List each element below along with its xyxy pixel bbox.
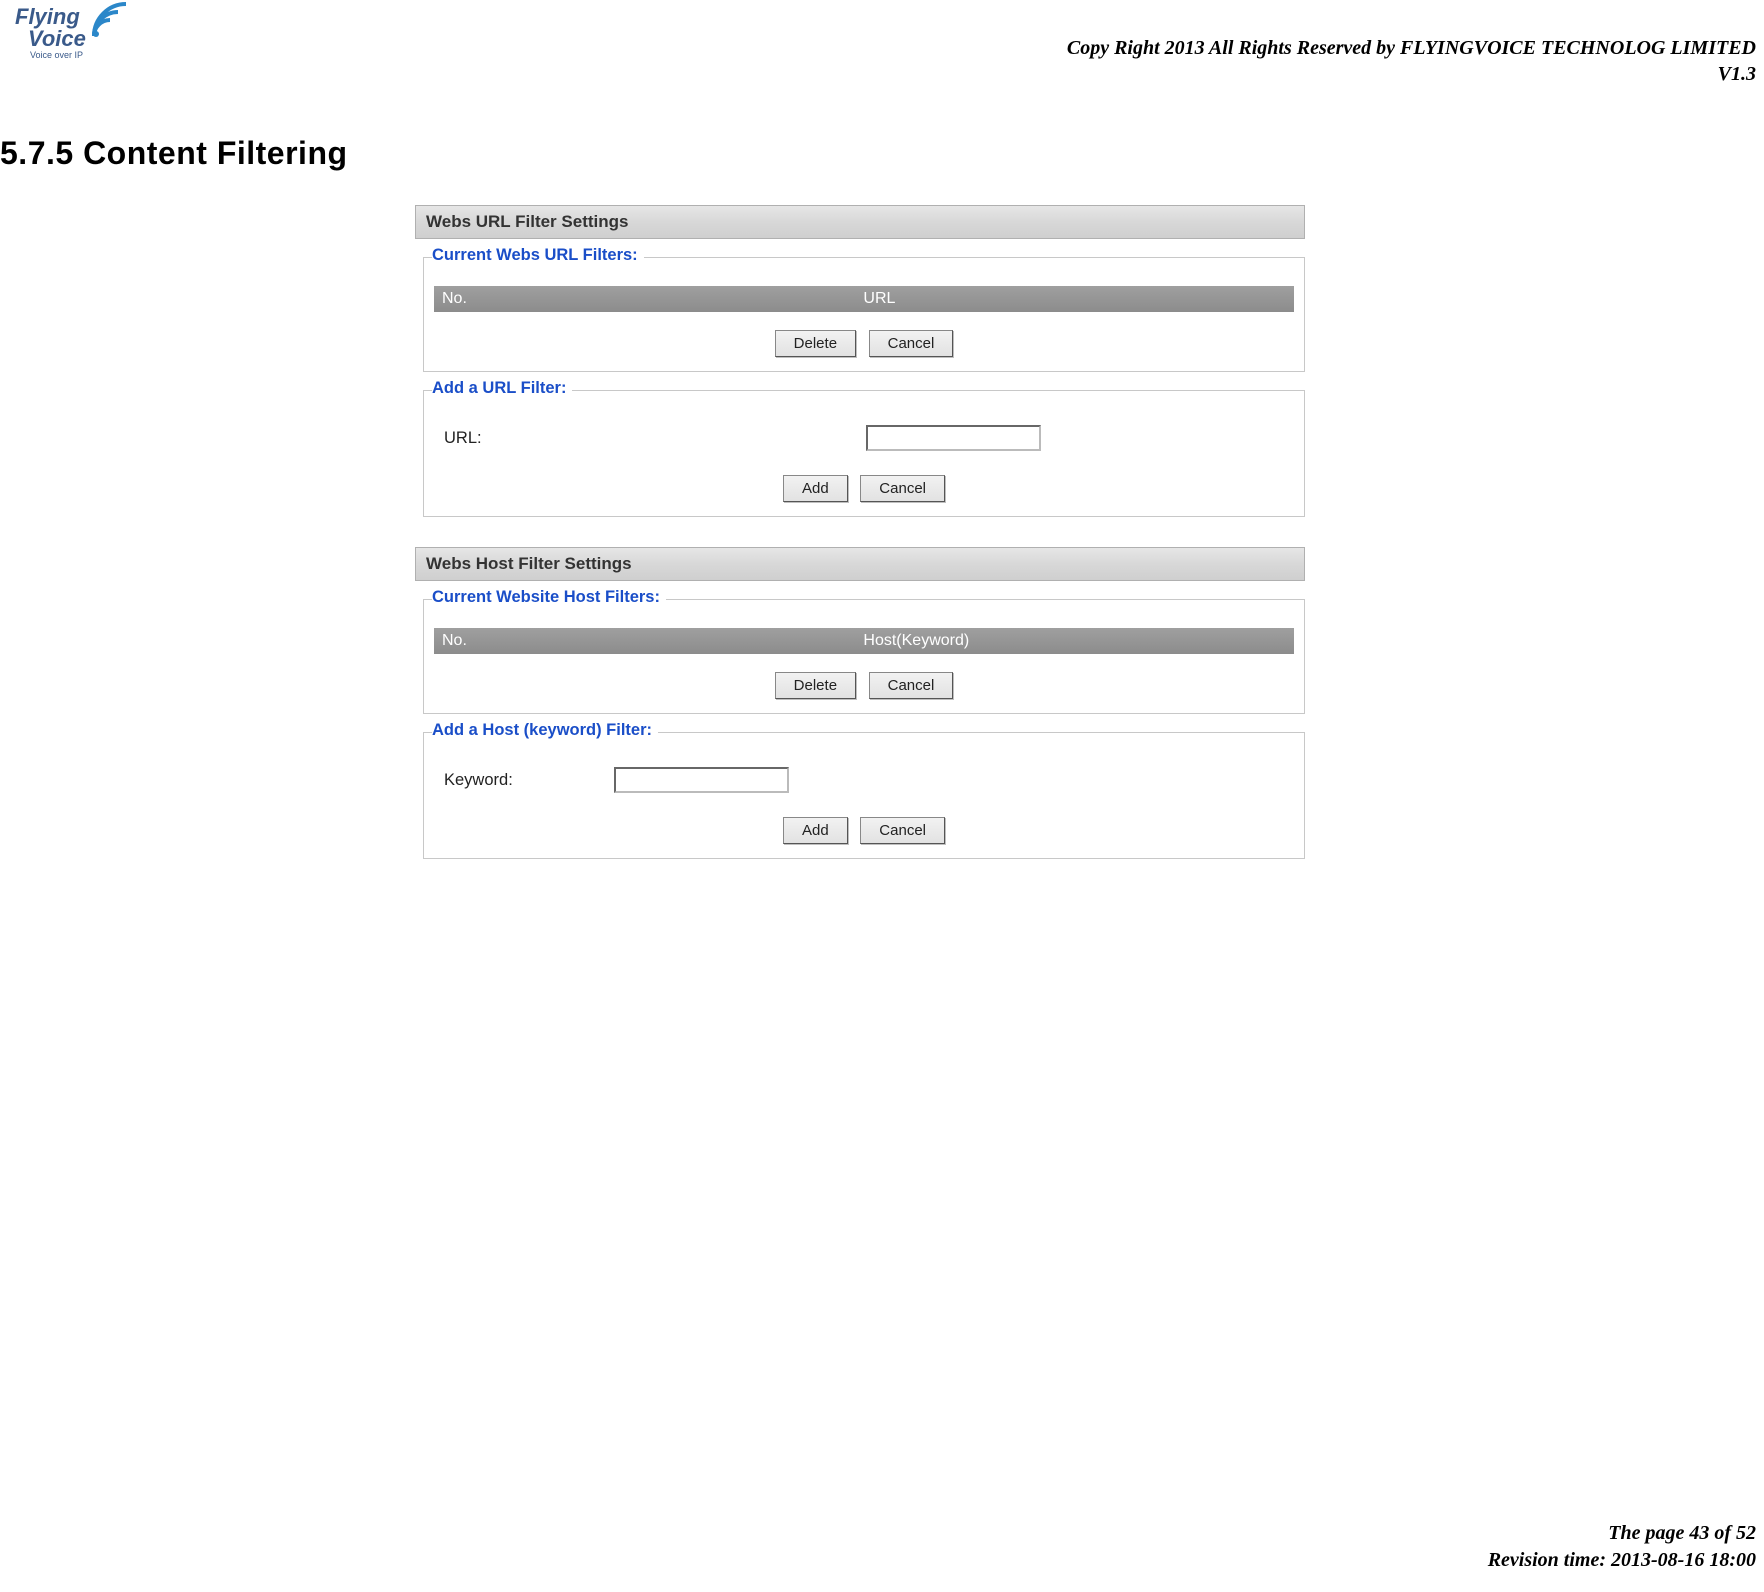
cancel-button[interactable]: Cancel bbox=[869, 672, 954, 699]
logo-text-sub: Voice over IP bbox=[30, 50, 83, 60]
add-host-filter-fieldset: Add a Host (keyword) Filter: Keyword: Ad… bbox=[423, 732, 1305, 859]
add-button[interactable]: Add bbox=[783, 817, 848, 844]
col-host: Host(Keyword) bbox=[855, 628, 1294, 654]
version-text: V1.3 bbox=[1067, 61, 1756, 87]
current-host-filters-fieldset: Current Website Host Filters: No. Host(K… bbox=[423, 599, 1305, 714]
delete-button[interactable]: Delete bbox=[775, 672, 856, 699]
page-number: The page 43 of 52 bbox=[1488, 1520, 1756, 1547]
footer: The page 43 of 52 Revision time: 2013-08… bbox=[1488, 1520, 1756, 1574]
url-filter-table: No. URL bbox=[434, 286, 1294, 312]
header-right: Copy Right 2013 All Rights Reserved by F… bbox=[1067, 35, 1756, 87]
section-title: 5.7.5 Content Filtering bbox=[0, 135, 348, 172]
cancel-button[interactable]: Cancel bbox=[860, 475, 945, 502]
copyright-text: Copy Right 2013 All Rights Reserved by F… bbox=[1067, 35, 1756, 61]
delete-button[interactable]: Delete bbox=[775, 330, 856, 357]
host-filter-buttons: Delete Cancel bbox=[434, 672, 1294, 699]
url-input[interactable] bbox=[866, 425, 1041, 451]
add-button[interactable]: Add bbox=[783, 475, 848, 502]
logo: Flying Voice Voice over IP bbox=[10, 0, 130, 70]
keyword-input-row: Keyword: bbox=[434, 761, 1294, 799]
keyword-input[interactable] bbox=[614, 767, 789, 793]
add-host-filter-legend: Add a Host (keyword) Filter: bbox=[432, 721, 658, 740]
col-no: No. bbox=[434, 628, 855, 654]
add-url-buttons: Add Cancel bbox=[434, 475, 1294, 502]
table-row: No. Host(Keyword) bbox=[434, 628, 1294, 654]
url-input-row: URL: bbox=[434, 419, 1294, 457]
logo-text-voice: Voice bbox=[28, 26, 86, 52]
spacer bbox=[415, 517, 1305, 547]
url-filter-panel-header: Webs URL Filter Settings bbox=[415, 205, 1305, 239]
current-url-filters-legend: Current Webs URL Filters: bbox=[432, 246, 644, 265]
form-container: Webs URL Filter Settings Current Webs UR… bbox=[415, 205, 1305, 859]
url-filter-buttons: Delete Cancel bbox=[434, 330, 1294, 357]
add-host-buttons: Add Cancel bbox=[434, 817, 1294, 844]
col-no: No. bbox=[434, 286, 855, 312]
table-row: No. URL bbox=[434, 286, 1294, 312]
add-url-filter-legend: Add a URL Filter: bbox=[432, 379, 572, 398]
keyword-label: Keyword: bbox=[444, 771, 614, 790]
cancel-button[interactable]: Cancel bbox=[869, 330, 954, 357]
col-url: URL bbox=[855, 286, 1294, 312]
current-host-filters-legend: Current Website Host Filters: bbox=[432, 588, 666, 607]
wifi-icon bbox=[90, 0, 130, 40]
cancel-button[interactable]: Cancel bbox=[860, 817, 945, 844]
host-filter-panel-header: Webs Host Filter Settings bbox=[415, 547, 1305, 581]
revision-time: Revision time: 2013-08-16 18:00 bbox=[1488, 1547, 1756, 1574]
host-filter-table: No. Host(Keyword) bbox=[434, 628, 1294, 654]
current-url-filters-fieldset: Current Webs URL Filters: No. URL Delete… bbox=[423, 257, 1305, 372]
url-label: URL: bbox=[444, 429, 614, 448]
add-url-filter-fieldset: Add a URL Filter: URL: Add Cancel bbox=[423, 390, 1305, 517]
